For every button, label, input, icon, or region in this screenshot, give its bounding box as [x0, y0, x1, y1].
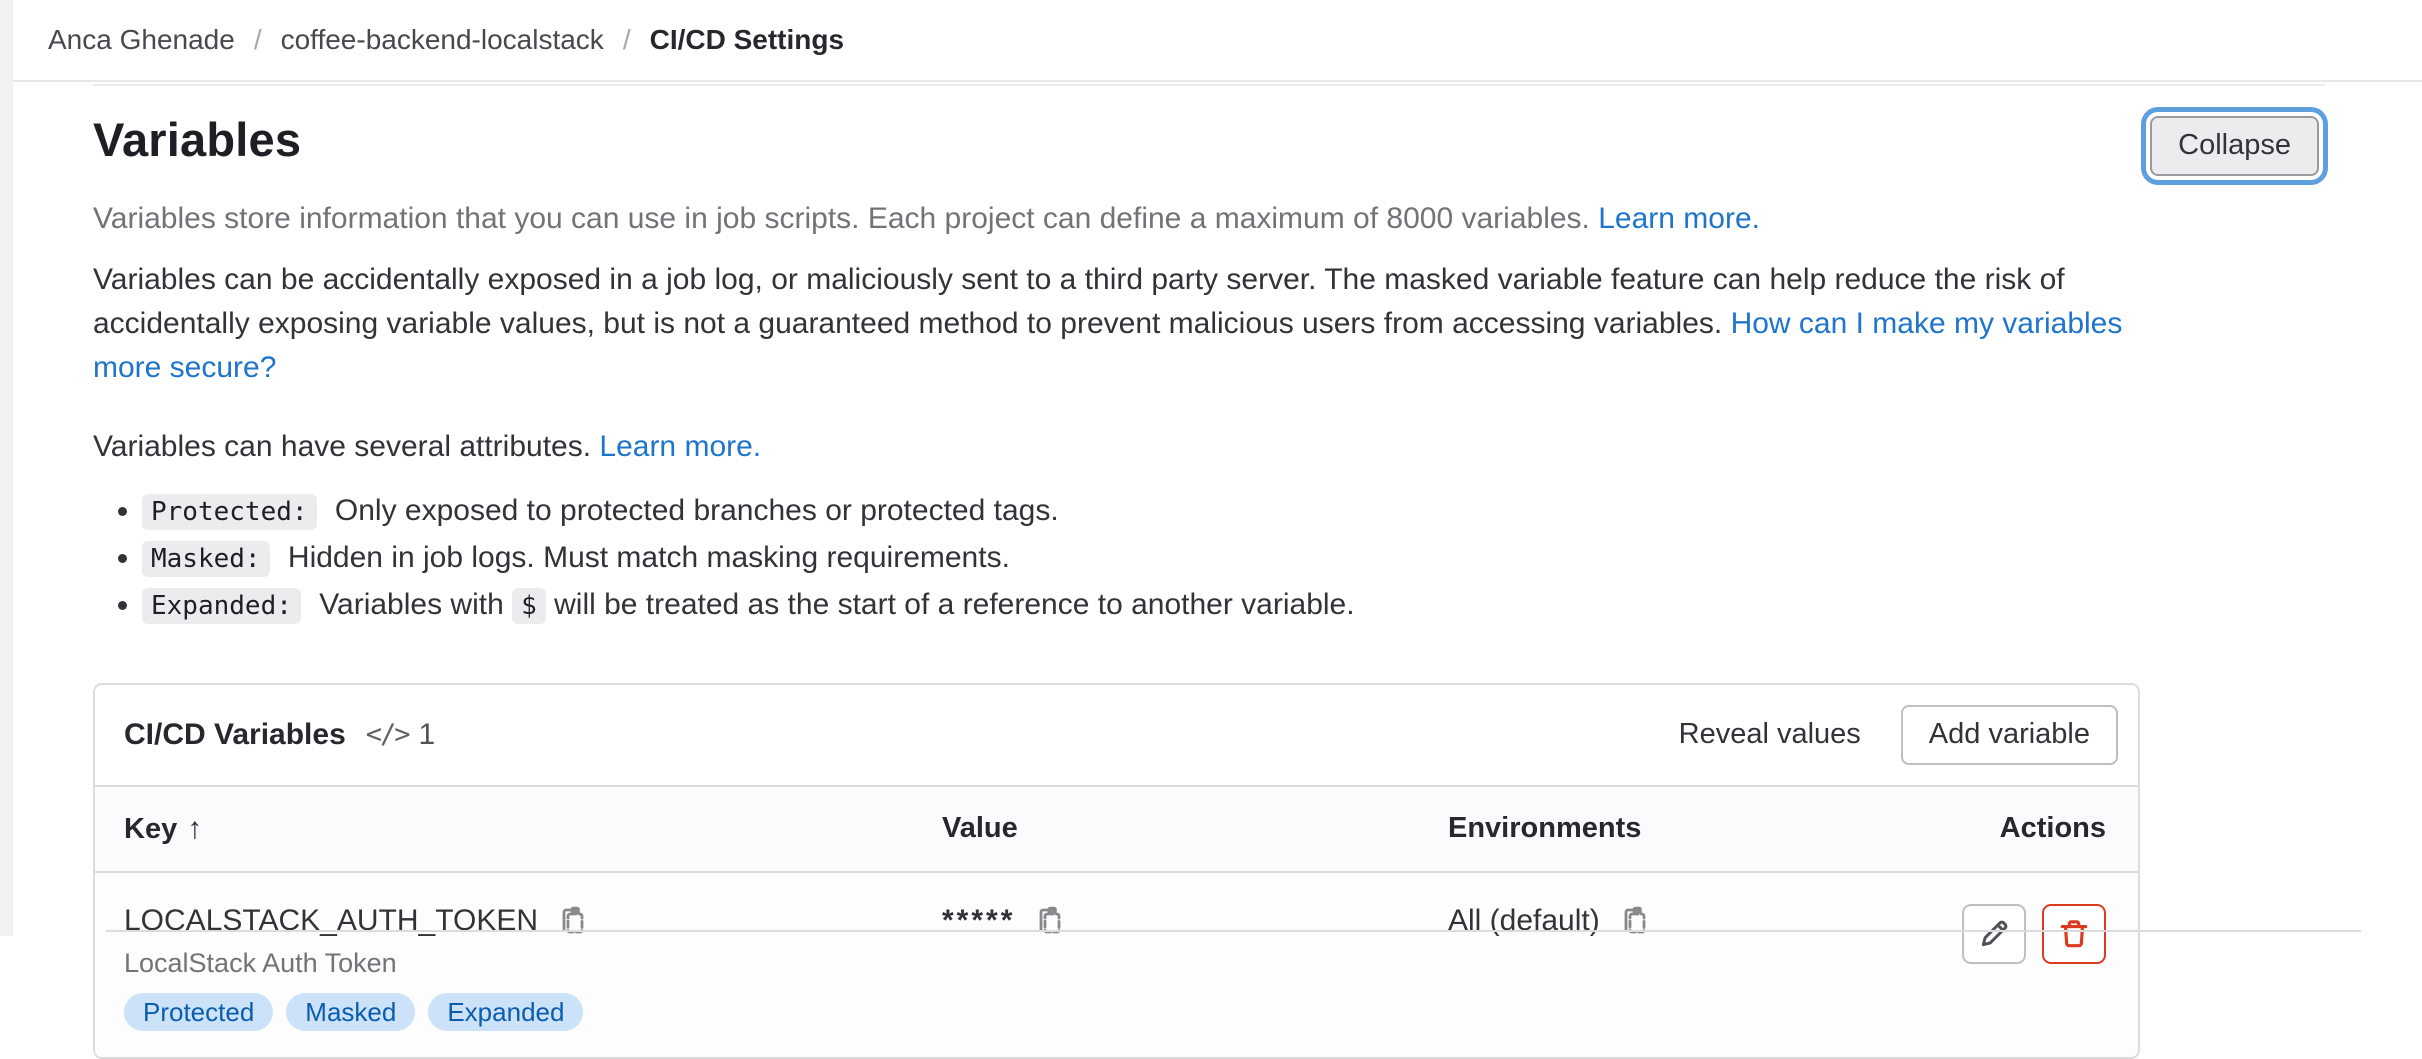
- list-item-masked: Masked: Hidden in job logs. Must match m…: [142, 539, 2325, 578]
- inline-code-chip: $: [512, 588, 546, 624]
- edit-variable-button[interactable]: [1962, 904, 2026, 964]
- reveal-values-button[interactable]: Reveal values: [1653, 705, 1887, 765]
- breadcrumb-item-namespace[interactable]: Anca Ghenade: [48, 24, 235, 56]
- breadcrumb-bar: Anca Ghenade / coffee-backend-localstack…: [13, 0, 2422, 82]
- badge-expanded: Expanded: [428, 993, 583, 1031]
- trash-icon: [2057, 917, 2091, 951]
- next-section-divider: [106, 930, 2361, 932]
- card-header: CI/CD Variables </> 1 Reveal values Add …: [95, 685, 2138, 785]
- list-item-text: Hidden in job logs. Must match masking r…: [288, 541, 1010, 574]
- column-header-actions: Actions: [1952, 812, 2106, 846]
- settings-content: Variables Collapse Variables store infor…: [13, 84, 2422, 936]
- masked-term-chip: Masked:: [142, 541, 270, 577]
- variable-key: LOCALSTACK_AUTH_TOKEN: [124, 904, 538, 938]
- attributes-list: Protected: Only exposed to protected bra…: [106, 492, 2325, 625]
- breadcrumb-separator: /: [254, 24, 262, 56]
- cicd-variables-card: CI/CD Variables </> 1 Reveal values Add …: [93, 683, 2140, 1059]
- collapsed-sidebar-edge: [0, 0, 13, 936]
- masked-value: *****: [942, 904, 1015, 938]
- learn-more-link-1[interactable]: Learn more.: [1598, 202, 1760, 235]
- security-paragraph: Variables can be accidentally exposed in…: [93, 258, 2153, 390]
- value-cell: *****: [942, 904, 1448, 1031]
- learn-more-link-2[interactable]: Learn more.: [599, 430, 761, 463]
- badge-masked: Masked: [286, 993, 415, 1031]
- collapse-button[interactable]: Collapse: [2150, 116, 2319, 176]
- list-item-expanded: Expanded: Variables with $ will be treat…: [142, 586, 2325, 625]
- variable-count: 1: [419, 718, 436, 752]
- column-header-environments: Environments: [1448, 812, 1952, 846]
- sort-ascending-icon[interactable]: ↑: [187, 812, 202, 845]
- environments-scope: All (default): [1448, 904, 1600, 938]
- expanded-term-chip: Expanded:: [142, 588, 301, 624]
- attributes-paragraph: Variables can have several attributes. L…: [93, 430, 2325, 464]
- intro-paragraph: Variables store information that you can…: [93, 198, 2325, 240]
- variables-section-header: Variables Collapse: [93, 112, 2325, 176]
- intro-text: Variables store information that you can…: [93, 202, 1590, 235]
- add-variable-button[interactable]: Add variable: [1901, 705, 2118, 765]
- delete-variable-button[interactable]: [2042, 904, 2106, 964]
- list-item-text: Only exposed to protected branches or pr…: [335, 494, 1059, 527]
- list-item-text: Variables with: [319, 588, 504, 621]
- breadcrumb-item-project[interactable]: coffee-backend-localstack: [281, 24, 604, 56]
- column-header-key[interactable]: Key ↑: [124, 812, 942, 846]
- card-title: CI/CD Variables: [124, 718, 346, 752]
- code-icon: </>: [366, 719, 409, 750]
- breadcrumb: Anca Ghenade / coffee-backend-localstack…: [48, 24, 844, 56]
- pencil-icon: [1977, 917, 2011, 951]
- column-header-value: Value: [942, 812, 1448, 846]
- badge-row: Protected Masked Expanded: [124, 993, 942, 1031]
- environments-cell: All (default): [1448, 904, 1952, 1031]
- page-title: Variables: [93, 112, 301, 167]
- section-divider: [93, 84, 2325, 86]
- protected-term-chip: Protected:: [142, 494, 317, 530]
- list-item-protected: Protected: Only exposed to protected bra…: [142, 492, 2325, 531]
- list-item-text: will be treated as the start of a refere…: [554, 588, 1354, 621]
- key-header-label: Key: [124, 813, 177, 845]
- badge-protected: Protected: [124, 993, 273, 1031]
- variable-description: LocalStack Auth Token: [124, 948, 942, 979]
- table-header-row: Key ↑ Value Environments Actions: [95, 785, 2138, 873]
- key-cell: LOCALSTACK_AUTH_TOKEN LocalStack Auth To…: [124, 904, 942, 1031]
- actions-cell: [1962, 904, 2106, 1031]
- variable-row: LOCALSTACK_AUTH_TOKEN LocalStack Auth To…: [95, 873, 2138, 1057]
- breadcrumb-item-current: CI/CD Settings: [650, 24, 844, 56]
- breadcrumb-separator: /: [623, 24, 631, 56]
- attributes-text: Variables can have several attributes.: [93, 430, 591, 463]
